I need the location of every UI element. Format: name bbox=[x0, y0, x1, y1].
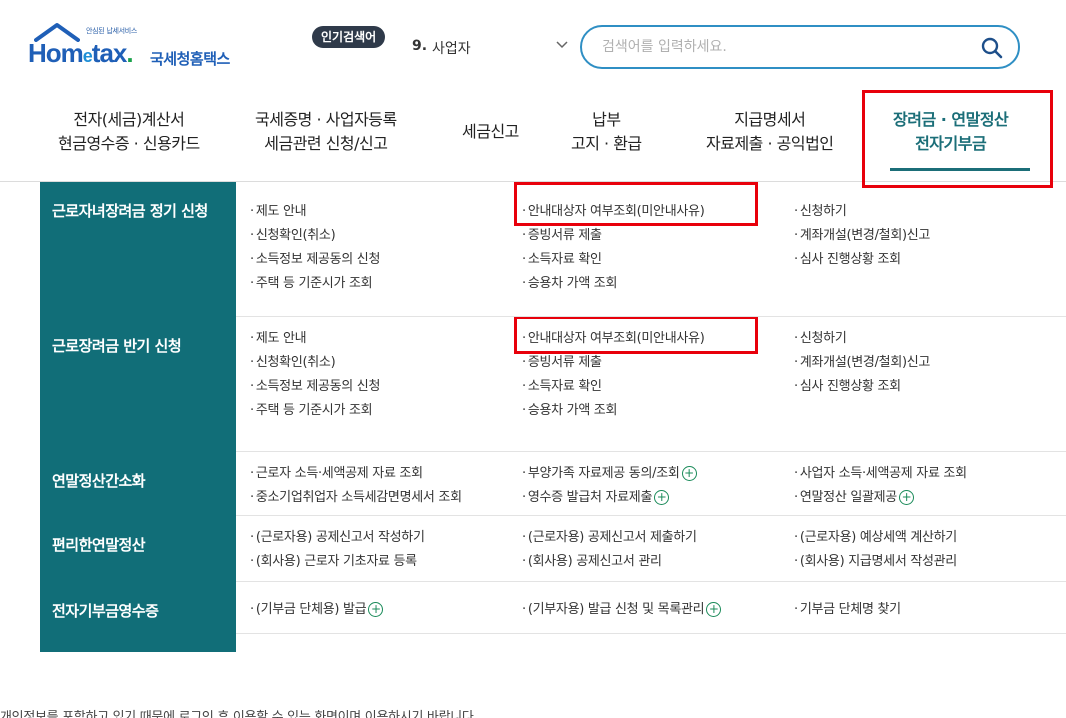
section-title: 전자기부금영수증 bbox=[40, 582, 236, 652]
nav-e-invoice[interactable]: 전자(세금)계산서 현금영수증 · 신용카드 bbox=[58, 108, 200, 156]
plus-circle-icon[interactable]: + bbox=[898, 490, 914, 505]
logo-korean-name: 국세청홈택스 bbox=[150, 50, 230, 68]
nav-tax-return[interactable]: 세금신고 bbox=[462, 120, 519, 144]
plus-circle-icon[interactable]: + bbox=[681, 466, 697, 481]
menu-link[interactable]: · 소득자료 확인 bbox=[522, 248, 602, 267]
menu-link[interactable]: · (회사용) 공제신고서 관리 bbox=[522, 550, 662, 569]
menu-link[interactable]: · 소득정보 제공동의 신청 bbox=[250, 248, 380, 267]
section-title: 연말정산간소화 bbox=[40, 452, 236, 516]
menu-link[interactable]: · 주택 등 기준시가 조회 bbox=[250, 272, 373, 291]
menu-section: 전자기부금영수증 · (기부금 단체용) 발급 + · (기부자용) 발급 신청 및 … bbox=[40, 582, 1066, 652]
chevron-down-icon[interactable] bbox=[554, 36, 570, 52]
menu-link[interactable]: · 제도 안내 bbox=[250, 200, 307, 219]
footer-note: 개인정보를 포함하고 있기 때문에 로그인 후 이용할 수 있는 화면이며 이용… bbox=[0, 710, 478, 718]
section-title: 근로장려금 반기 신청 bbox=[40, 317, 236, 452]
plus-circle-icon[interactable]: + bbox=[706, 602, 722, 617]
menu-link[interactable]: · 신청하기 bbox=[794, 327, 847, 346]
nav-label-line1: 지급명세서 bbox=[734, 110, 806, 129]
hometax-logo[interactable]: 안심된 납세서비스 Hometax. 국세청홈택스 bbox=[28, 22, 258, 70]
menu-link[interactable]: · 신청확인(취소) bbox=[250, 224, 336, 243]
menu-link[interactable]: · 중소기업취업자 소득세감면명세서 조회 bbox=[250, 486, 462, 505]
nav-label-line1: 전자(세금)계산서 bbox=[73, 110, 185, 129]
menu-link[interactable]: · 사업자 소득·세액공제 자료 조회 bbox=[794, 462, 967, 481]
nav-certificates[interactable]: 국세증명 · 사업자등록 세금관련 신청/신고 bbox=[255, 108, 397, 156]
menu-section: 편리한연말정산 · (근로자용) 공제신고서 작성하기 · (회사용) 근로자 기초… bbox=[40, 516, 1066, 582]
nav-label-line1: 납부 bbox=[592, 110, 621, 129]
section-body: · 제도 안내 · 신청확인(취소) · 소득정보 제공동의 신청 · 주택 등 기준시… bbox=[236, 317, 1066, 452]
menu-section: 근로자녀장려금 정기 신청 · 제도 안내 · 신청확인(취소) · 소득정보 제공동… bbox=[40, 182, 1066, 317]
section-title: 근로자녀장려금 정기 신청 bbox=[40, 182, 236, 317]
logo-tagline: 안심된 납세서비스 bbox=[86, 27, 138, 35]
plus-circle-icon[interactable]: + bbox=[368, 602, 384, 617]
menu-link[interactable]: · 계좌개설(변경/철회)신고 bbox=[794, 351, 930, 370]
plus-circle-icon[interactable]: + bbox=[654, 490, 670, 505]
popular-search-badge: 인기검색어 bbox=[312, 26, 386, 48]
section-body: · 근로자 소득·세액공제 자료 조회 · 중소기업취업자 소득세감면명세서 조회 … bbox=[236, 452, 1066, 516]
menu-link[interactable]: · 소득자료 확인 bbox=[522, 375, 602, 394]
menu-link[interactable]: · (기부자용) 발급 신청 및 목록관리 + bbox=[522, 598, 722, 617]
menu-link[interactable]: · 기부금 단체명 찾기 bbox=[794, 598, 901, 617]
nav-label-line2: 자료제출 · 공익법인 bbox=[706, 134, 834, 153]
nav-label-line2: 고지 · 환급 bbox=[571, 134, 642, 153]
menu-link[interactable]: · 증빙서류 제출 bbox=[522, 224, 602, 243]
nav-label-line1: 세금신고 bbox=[462, 122, 519, 141]
menu-link[interactable]: · (근로자용) 공제신고서 작성하기 bbox=[250, 526, 425, 545]
menu-link[interactable]: · 승용차 가액 조회 bbox=[522, 272, 617, 291]
menu-link[interactable]: · 심사 진행상황 조회 bbox=[794, 375, 901, 394]
section-body: · (근로자용) 공제신고서 작성하기 · (회사용) 근로자 기초자료 등록 ·(… bbox=[236, 516, 1066, 582]
menu-link[interactable]: · (근로자용) 공제신고서 제출하기 bbox=[522, 526, 697, 545]
menu-link[interactable]: · (근로자용) 예상세액 계산하기 bbox=[794, 526, 957, 545]
menu-link[interactable]: · 심사 진행상황 조회 bbox=[794, 248, 901, 267]
nav-label-line2: 세금관련 신청/신고 bbox=[264, 134, 388, 153]
nav-label-line2: 현금영수증 · 신용카드 bbox=[58, 134, 200, 153]
menu-link[interactable]: · (회사용) 지급명세서 작성관리 bbox=[794, 550, 957, 569]
menu-link[interactable]: · 영수증 발급처 자료제출 + bbox=[522, 486, 670, 505]
search-box bbox=[580, 25, 1020, 69]
header: 안심된 납세서비스 Hometax. 국세청홈택스 인기검색어 9. 사업자 bbox=[0, 0, 1066, 80]
popular-search-rank: 9. bbox=[412, 38, 428, 54]
menu-link[interactable]: · 연말정산 일괄제공 + bbox=[794, 486, 914, 505]
menu-link[interactable]: · 주택 등 기준시가 조회 bbox=[250, 399, 373, 418]
menu-link[interactable]: · 증빙서류 제출 bbox=[522, 351, 602, 370]
highlight-box-nav bbox=[862, 90, 1053, 188]
search-icon[interactable] bbox=[980, 36, 1004, 60]
section-body: · (기부금 단체용) 발급 + · (기부자용) 발급 신청 및 목록관리 + · 기부… bbox=[236, 582, 1066, 634]
popular-search-term[interactable]: 사업자 bbox=[432, 38, 471, 58]
menu-link[interactable]: · 계좌개설(변경/철회)신고 bbox=[794, 224, 930, 243]
menu-link[interactable]: · 신청확인(취소) bbox=[250, 351, 336, 370]
menu-link[interactable]: · 안내대상자 여부조회(미안내사유) bbox=[522, 327, 705, 346]
menu-link[interactable]: · (회사용) 근로자 기초자료 등록 bbox=[250, 550, 417, 569]
section-body: · 제도 안내 · 신청확인(취소) · 소득정보 제공동의 신청 · 주택 등 기준시… bbox=[236, 182, 1066, 317]
menu-link[interactable]: · (기부금 단체용) 발급 + bbox=[250, 598, 384, 617]
section-title: 편리한연말정산 bbox=[40, 516, 236, 582]
menu-link[interactable]: · 제도 안내 bbox=[250, 327, 307, 346]
menu-link[interactable]: · 부양가족 자료제공 동의/조회 + bbox=[522, 462, 697, 481]
menu-link[interactable]: · 승용차 가액 조회 bbox=[522, 399, 617, 418]
logo-wordmark: Hometax. bbox=[28, 38, 134, 68]
menu-link[interactable]: · 근로자 소득·세액공제 자료 조회 bbox=[250, 462, 423, 481]
nav-label-line1: 국세증명 · 사업자등록 bbox=[255, 110, 397, 129]
nav-payment[interactable]: 납부 고지 · 환급 bbox=[571, 108, 642, 156]
menu-section: 근로장려금 반기 신청 · 제도 안내 · 신청확인(취소) · 소득정보 제공동의 … bbox=[40, 317, 1066, 452]
menu-link[interactable]: · 안내대상자 여부조회(미안내사유) bbox=[522, 200, 705, 219]
menu-link[interactable]: · 소득정보 제공동의 신청 bbox=[250, 375, 380, 394]
nav-payment-statement[interactable]: 지급명세서 자료제출 · 공익법인 bbox=[706, 108, 834, 156]
search-input[interactable] bbox=[602, 36, 962, 58]
menu-link[interactable]: · 신청하기 bbox=[794, 200, 847, 219]
menu-section: 연말정산간소화 · 근로자 소득·세액공제 자료 조회 · 중소기업취업자 소득세감… bbox=[40, 452, 1066, 516]
